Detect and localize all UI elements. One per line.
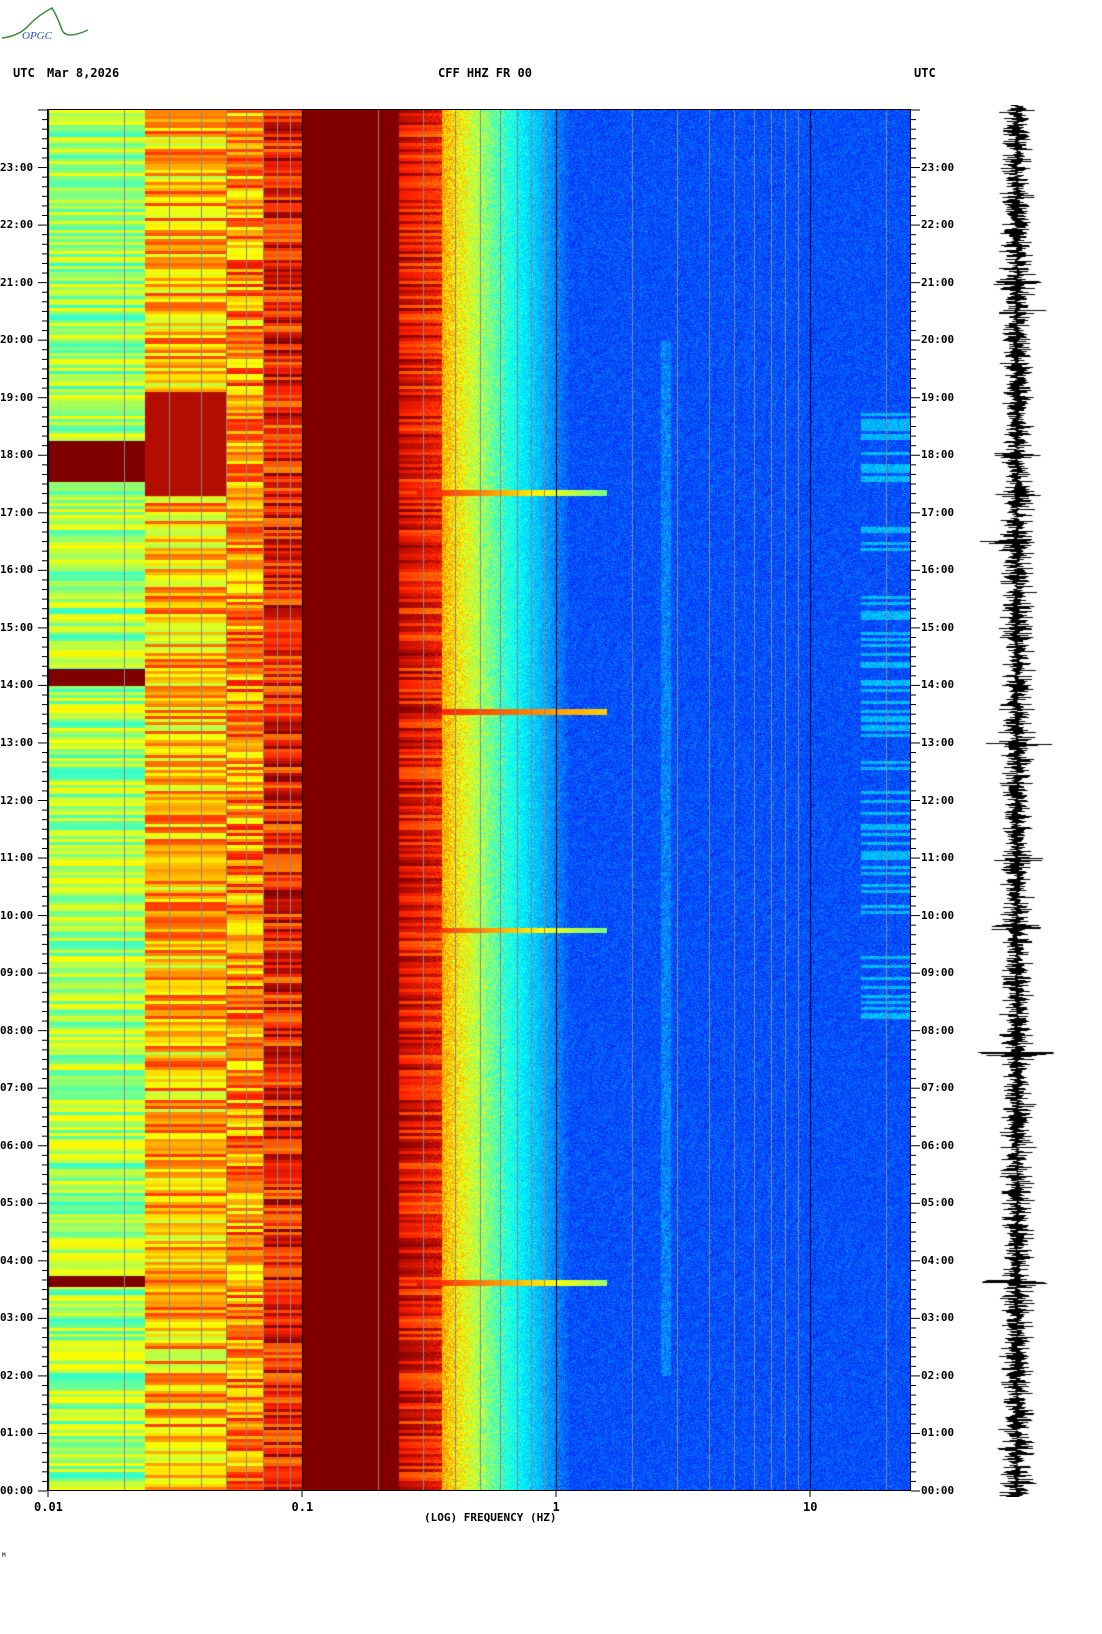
y-tick-label-right: 13:00	[921, 735, 955, 749]
y-tick-label-left: 06:00	[0, 1138, 34, 1152]
y-tick-label-left: 16:00	[0, 563, 34, 577]
y-tick-label-left: 22:00	[0, 218, 34, 232]
right-timezone-label: UTC	[914, 66, 936, 80]
y-tick-label-left: 02:00	[0, 1368, 34, 1382]
opgc-logo: OPGC	[1, 7, 89, 42]
y-tick-label-left: 10:00	[0, 908, 34, 922]
y-tick-label-right: 07:00	[921, 1081, 955, 1095]
y-tick-label-left: 08:00	[0, 1023, 34, 1037]
y-tick-label-right: 22:00	[921, 218, 955, 232]
y-tick-label-left: 09:00	[0, 966, 34, 980]
y-tick-label-left: 04:00	[0, 1253, 34, 1267]
x-tick-label: 0.01	[34, 1500, 63, 1514]
x-tick-label: 0.1	[291, 1500, 314, 1514]
y-tick-label-right: 03:00	[921, 1311, 955, 1325]
y-tick-label-right: 20:00	[921, 333, 955, 347]
y-tick-label-right: 17:00	[921, 505, 955, 519]
left-timezone-label: UTC	[13, 66, 35, 80]
y-tick-label-left: 11:00	[0, 851, 34, 865]
y-tick-label-right: 12:00	[921, 793, 955, 807]
y-tick-label-left: 01:00	[0, 1426, 34, 1440]
spectrogram-heatmap	[48, 110, 911, 1491]
y-tick-label-right: 05:00	[921, 1196, 955, 1210]
y-tick-label-right: 23:00	[921, 160, 955, 174]
y-tick-label-left: 15:00	[0, 620, 34, 634]
y-tick-label-right: 08:00	[921, 1023, 955, 1037]
y-tick-label-right: 06:00	[921, 1138, 955, 1152]
y-tick-label-right: 11:00	[921, 851, 955, 865]
y-tick-label-left: 07:00	[0, 1081, 34, 1095]
x-tick-label: 10	[803, 1500, 818, 1514]
station-title: CFF HHZ FR 00	[438, 66, 532, 80]
y-tick-label-right: 02:00	[921, 1368, 955, 1382]
y-tick-label-right: 10:00	[921, 908, 955, 922]
y-tick-label-left: 20:00	[0, 333, 34, 347]
y-tick-label-left: 13:00	[0, 735, 34, 749]
y-tick-label-right: 14:00	[921, 678, 955, 692]
y-tick-label-left: 19:00	[0, 390, 34, 404]
y-tick-label-left: 23:00	[0, 160, 34, 174]
y-tick-label-right: 19:00	[921, 390, 955, 404]
y-tick-label-right: 18:00	[921, 448, 955, 462]
y-tick-label-left: 18:00	[0, 448, 34, 462]
y-tick-label-right: 15:00	[921, 620, 955, 634]
y-tick-label-left: 00:00	[0, 1484, 34, 1497]
y-tick-label-right: 01:00	[921, 1426, 955, 1440]
y-tick-label-right: 16:00	[921, 563, 955, 577]
y-tick-label-left: 05:00	[0, 1196, 34, 1210]
svg-text:OPGC: OPGC	[22, 30, 53, 42]
footer-mark: M	[2, 1552, 6, 1559]
y-tick-label-left: 17:00	[0, 505, 34, 519]
x-axis-title: (LOG) FREQUENCY (HZ)	[424, 1511, 557, 1524]
y-tick-label-right: 21:00	[921, 275, 955, 289]
seismogram-trace	[975, 105, 1065, 1497]
y-tick-label-right: 04:00	[921, 1253, 955, 1267]
y-tick-label-left: 21:00	[0, 275, 34, 289]
date-label: Mar 8,2026	[47, 66, 120, 80]
y-tick-label-right: 00:00	[921, 1484, 955, 1497]
y-tick-label-left: 14:00	[0, 678, 34, 692]
y-tick-label-left: 03:00	[0, 1311, 34, 1325]
y-tick-label-right: 09:00	[921, 966, 955, 980]
y-tick-label-left: 12:00	[0, 793, 34, 807]
